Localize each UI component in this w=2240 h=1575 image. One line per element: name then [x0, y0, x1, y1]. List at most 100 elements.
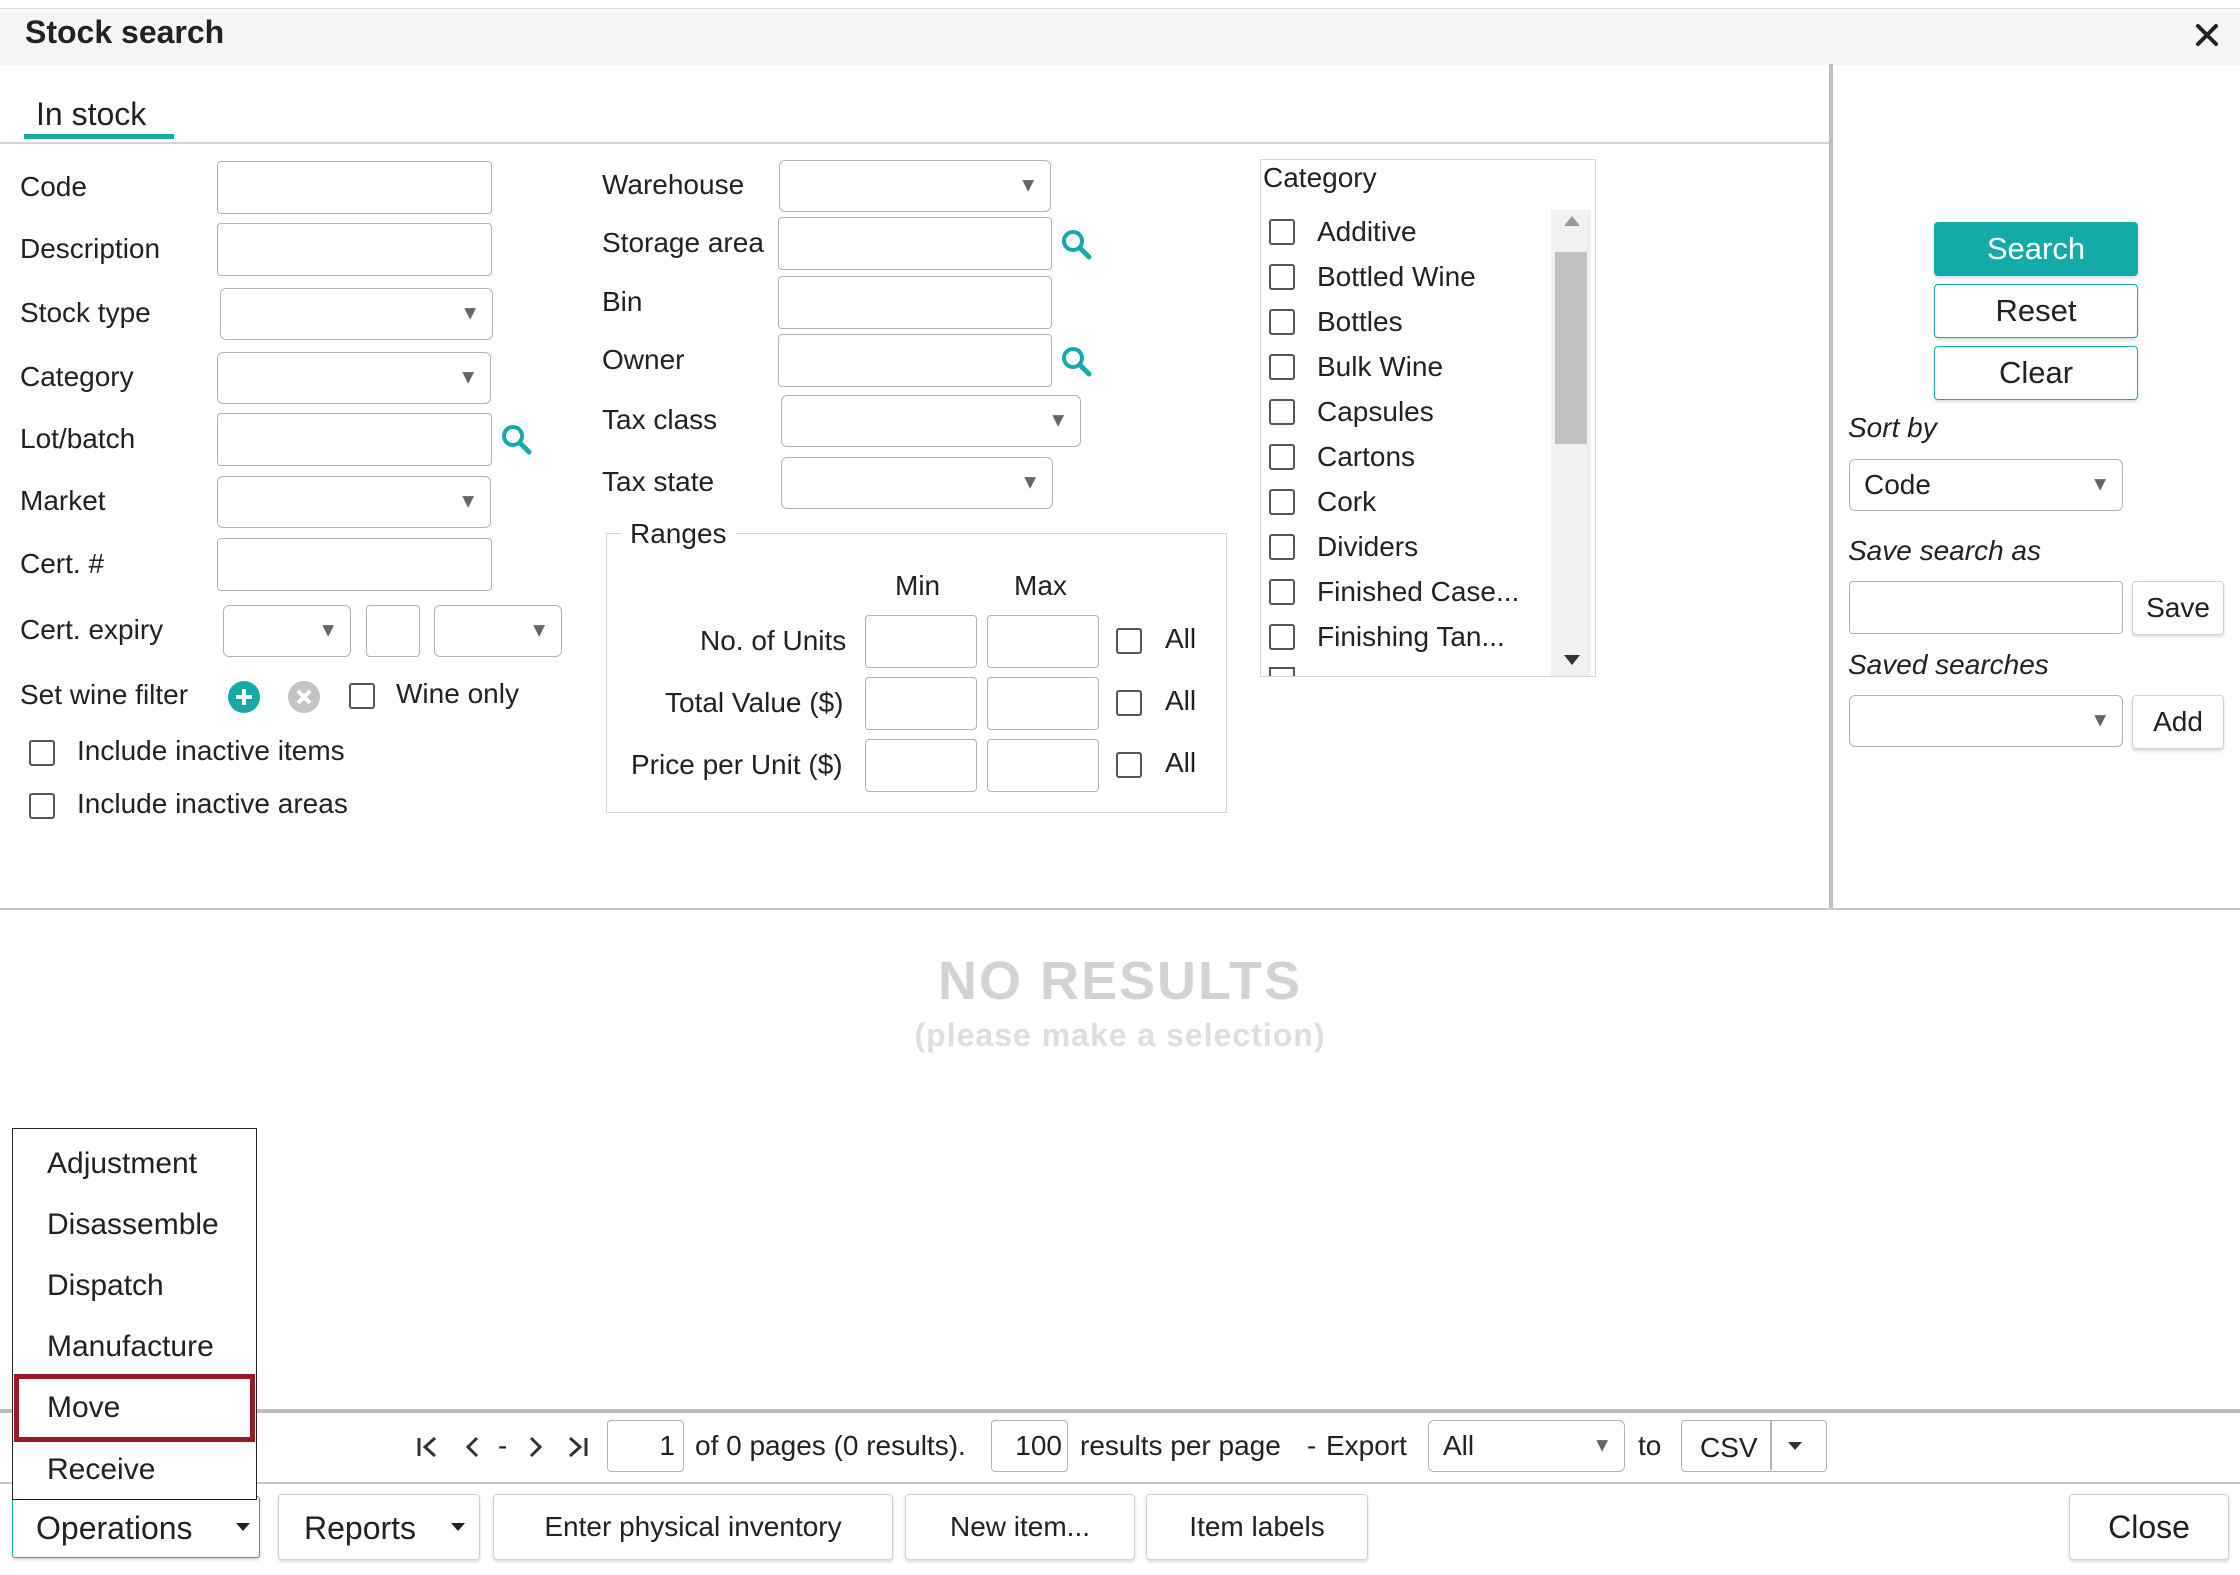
market-label: Market: [20, 485, 106, 516]
chevron-down-icon: ▼: [529, 619, 549, 642]
total-value-max-input[interactable]: [987, 677, 1099, 730]
cert-expiry-year-select[interactable]: ▼: [434, 605, 562, 657]
add-filter-icon[interactable]: [227, 680, 261, 714]
units-min-input[interactable]: [865, 615, 977, 668]
window-title: Stock search: [25, 14, 225, 50]
close-button[interactable]: Close: [2069, 1494, 2229, 1560]
category-item[interactable]: Dividers: [1269, 525, 1418, 569]
owner-input[interactable]: [778, 334, 1052, 387]
category-item[interactable]: Bulk Wine: [1269, 345, 1443, 389]
category-item[interactable]: Bottles: [1269, 300, 1403, 344]
reset-button[interactable]: Reset: [1934, 284, 2138, 338]
scrollbar-thumb[interactable]: [1555, 252, 1587, 444]
no-results-title: NO RESULTS: [937, 951, 1302, 1011]
save-button[interactable]: Save: [2132, 581, 2224, 635]
last-page-icon[interactable]: [562, 1432, 592, 1462]
menu-item-manufacture[interactable]: Manufacture: [10, 1317, 256, 1377]
page-input[interactable]: 1: [607, 1420, 684, 1472]
sort-by-value: Code: [1864, 469, 1931, 500]
category-item[interactable]: Additive: [1269, 210, 1417, 254]
menu-item-receive[interactable]: Receive: [10, 1440, 256, 1500]
tab-in-stock[interactable]: In stock: [36, 96, 146, 133]
total-value-all-checkbox[interactable]: [1116, 690, 1142, 716]
tax-class-select[interactable]: ▼: [781, 395, 1081, 447]
sort-by-select[interactable]: Code ▼: [1849, 459, 2123, 511]
export-scope-select[interactable]: All ▼: [1428, 1420, 1625, 1472]
cert-no-input[interactable]: [217, 538, 492, 591]
category-item[interactable]: Finished Case...: [1269, 570, 1519, 614]
cert-expiry-month-input[interactable]: [366, 605, 420, 657]
category-checkbox[interactable]: [1269, 534, 1295, 560]
scroll-up-icon[interactable]: [1564, 216, 1580, 226]
export-format-select[interactable]: CSV: [1681, 1420, 1827, 1472]
category-checkbox[interactable]: [1269, 219, 1295, 245]
save-search-input[interactable]: [1849, 581, 2123, 634]
lot-batch-input[interactable]: [217, 413, 492, 466]
code-input[interactable]: [217, 161, 492, 214]
item-labels-button[interactable]: Item labels: [1146, 1494, 1368, 1560]
category-item[interactable]: Bottled Wine: [1269, 255, 1476, 299]
scroll-down-icon[interactable]: [1564, 655, 1580, 665]
price-min-input[interactable]: [865, 739, 977, 792]
reports-button[interactable]: Reports: [278, 1494, 480, 1560]
category-item[interactable]: Cartons: [1269, 435, 1415, 479]
cert-expiry-day-select[interactable]: ▼: [223, 605, 351, 657]
include-inactive-areas-checkbox[interactable]: [29, 793, 55, 819]
owner-search-icon[interactable]: [1059, 344, 1093, 378]
category-checkbox[interactable]: [1269, 264, 1295, 290]
export-format-divider: [1770, 1421, 1772, 1470]
enter-physical-inventory-button[interactable]: Enter physical inventory: [493, 1494, 893, 1560]
ranges-title: Ranges: [621, 518, 736, 550]
chevron-down-icon: ▼: [2090, 473, 2110, 496]
category-checkbox[interactable]: [1269, 444, 1295, 470]
category-item[interactable]: Capsules: [1269, 390, 1434, 434]
lot-batch-search-icon[interactable]: [499, 422, 533, 456]
new-item-button[interactable]: New item...: [905, 1494, 1135, 1560]
total-value-min-input[interactable]: [865, 677, 977, 730]
category-checkbox[interactable]: [1269, 354, 1295, 380]
tab-divider: [0, 142, 1830, 144]
category-item[interactable]: Finishing Tan...: [1269, 615, 1505, 659]
bin-input[interactable]: [778, 276, 1052, 329]
stock-type-select[interactable]: ▼: [220, 288, 493, 340]
per-page-label: results per page: [1080, 1430, 1281, 1461]
first-page-icon[interactable]: [413, 1432, 443, 1462]
category-checkbox[interactable]: [1269, 399, 1295, 425]
description-input[interactable]: [217, 223, 492, 276]
per-page-input[interactable]: 100: [991, 1420, 1068, 1472]
saved-searches-select[interactable]: ▼: [1849, 695, 2123, 747]
market-select[interactable]: ▼: [217, 476, 491, 528]
category-list: Category Additive Bottled Wine Bottles B…: [1260, 159, 1596, 677]
price-all-checkbox[interactable]: [1116, 752, 1142, 778]
category-checkbox[interactable]: [1269, 579, 1295, 605]
category-item[interactable]: Cork: [1269, 480, 1376, 524]
warehouse-select[interactable]: ▼: [779, 160, 1051, 212]
category-scrollbar[interactable]: [1551, 210, 1591, 676]
units-all-checkbox[interactable]: [1116, 628, 1142, 654]
storage-area-input[interactable]: [778, 217, 1052, 270]
caret-down-icon: [236, 1523, 250, 1531]
clear-button[interactable]: Clear: [1934, 346, 2138, 400]
prev-page-icon[interactable]: [458, 1432, 488, 1462]
tax-state-select[interactable]: ▼: [781, 457, 1053, 509]
operations-button[interactable]: Operations: [12, 1496, 260, 1558]
menu-item-disassemble[interactable]: Disassemble: [10, 1195, 256, 1255]
menu-item-dispatch[interactable]: Dispatch: [10, 1256, 256, 1316]
category-checkbox[interactable]: [1269, 489, 1295, 515]
search-button[interactable]: Search: [1934, 222, 2138, 276]
remove-filter-icon[interactable]: [287, 680, 321, 714]
menu-item-adjustment[interactable]: Adjustment: [10, 1134, 256, 1194]
next-page-icon[interactable]: [520, 1432, 550, 1462]
price-max-input[interactable]: [987, 739, 1099, 792]
include-inactive-items-checkbox[interactable]: [29, 740, 55, 766]
category-item-partial: [1269, 667, 1295, 676]
category-item-label: Bottles: [1317, 306, 1403, 337]
wine-only-checkbox[interactable]: [349, 683, 375, 709]
units-max-input[interactable]: [987, 615, 1099, 668]
category-checkbox[interactable]: [1269, 624, 1295, 650]
close-icon[interactable]: [2190, 18, 2224, 52]
category-select[interactable]: ▼: [217, 352, 491, 404]
add-button[interactable]: Add: [2132, 695, 2224, 749]
storage-area-search-icon[interactable]: [1059, 227, 1093, 261]
category-checkbox[interactable]: [1269, 309, 1295, 335]
